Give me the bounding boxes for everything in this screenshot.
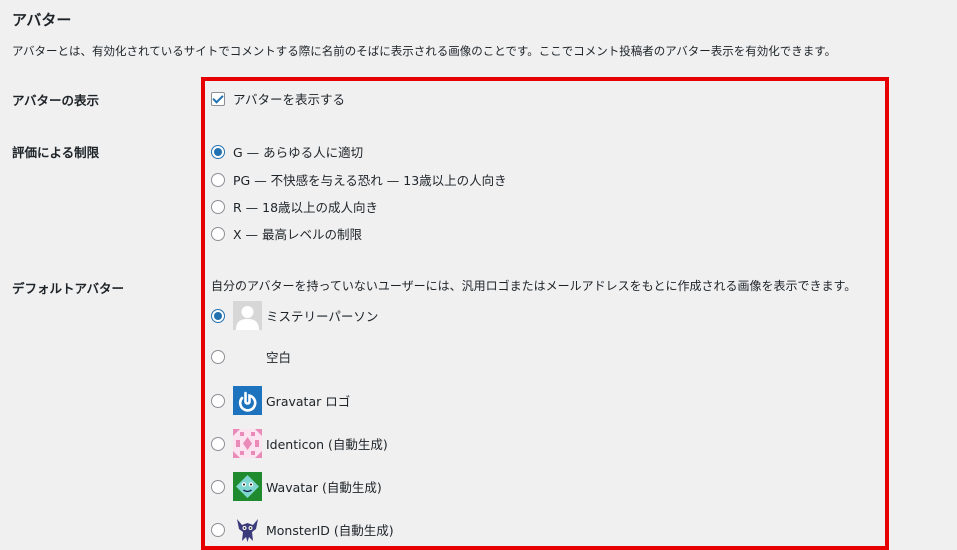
default-avatar-radio-wavatar[interactable]	[211, 479, 225, 494]
default-avatar-option-identicon[interactable]: Identicon (自動生成)	[211, 429, 388, 458]
default-avatar-radio-identicon[interactable]	[211, 436, 225, 451]
rating-radio-x[interactable]	[211, 226, 225, 241]
rating-option-label: R — 18歳以上の成人向き	[233, 200, 379, 215]
rating-option-x[interactable]: X — 最高レベルの制限	[211, 224, 362, 243]
default-avatar-radio-mystery[interactable]	[211, 308, 225, 323]
default-avatar-option-label: Identicon (自動生成)	[266, 437, 388, 452]
default-avatar-option-label: Gravatar ロゴ	[266, 394, 351, 409]
section-title: アバター	[12, 11, 72, 29]
default-avatar-radio-gravatar[interactable]	[211, 393, 225, 408]
rating-radio-pg[interactable]	[211, 172, 225, 187]
show-avatars-label: アバターの表示	[12, 93, 100, 108]
show-avatars-option[interactable]: アバターを表示する	[211, 89, 345, 108]
default-avatar-label: デフォルトアバター	[12, 281, 125, 296]
default-avatar-option-wavatar[interactable]: Wavatar (自動生成)	[211, 472, 382, 501]
blank-avatar-icon	[233, 342, 262, 371]
wavatar-avatar-icon	[233, 472, 262, 501]
rating-label: 評価による制限	[12, 145, 100, 160]
rating-option-label: X — 最高レベルの制限	[233, 227, 363, 242]
rating-option-pg[interactable]: PG — 不快感を与える恐れ — 13歳以上の人向き	[211, 170, 507, 189]
identicon-avatar-icon	[233, 429, 262, 458]
rating-option-r[interactable]: R — 18歳以上の成人向き	[211, 197, 378, 216]
default-avatar-option-mystery[interactable]: ミステリーパーソン	[211, 301, 378, 330]
default-avatar-option-blank[interactable]: 空白	[211, 342, 291, 371]
mystery-person-avatar-icon	[233, 301, 262, 330]
default-avatar-option-label: 空白	[266, 350, 292, 365]
default-avatar-option-label: MonsterID (自動生成)	[266, 523, 394, 538]
default-avatar-radio-blank[interactable]	[211, 349, 225, 364]
rating-radio-g[interactable]	[211, 144, 225, 159]
default-avatar-radio-monsterid[interactable]	[211, 522, 225, 537]
default-avatar-option-monsterid[interactable]: MonsterID (自動生成)	[211, 515, 394, 544]
default-avatar-option-label: ミステリーパーソン	[266, 309, 379, 324]
show-avatars-checkbox[interactable]	[211, 91, 225, 106]
show-avatars-checkbox-label: アバターを表示する	[233, 92, 346, 107]
default-avatar-option-label: Wavatar (自動生成)	[266, 480, 382, 495]
rating-option-g[interactable]: G — あらゆる人に適切	[211, 142, 363, 161]
section-description: アバターとは、有効化されているサイトでコメントする際に名前のそばに表示される画像…	[12, 44, 837, 58]
default-avatar-description: 自分のアバターを持っていないユーザーには、汎用ロゴまたはメールアドレスをもとに作…	[211, 279, 857, 293]
rating-radio-r[interactable]	[211, 199, 225, 214]
gravatar-logo-avatar-icon	[233, 386, 262, 415]
rating-option-label: G — あらゆる人に適切	[233, 145, 364, 160]
rating-option-label: PG — 不快感を与える恐れ — 13歳以上の人向き	[233, 173, 507, 188]
monsterid-avatar-icon	[233, 515, 262, 544]
default-avatar-option-gravatar[interactable]: Gravatar ロゴ	[211, 386, 350, 415]
